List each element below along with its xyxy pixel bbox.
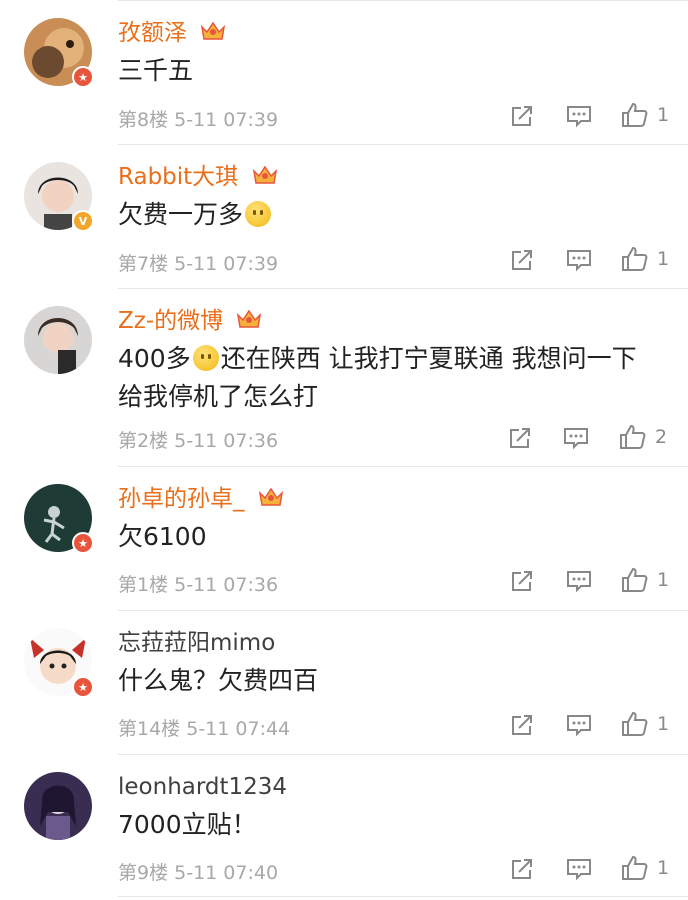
like-button[interactable]: 1 [621,711,669,737]
comment-list: ★ 孜额泽 三千五 第8楼 5-11 07:39 1 V Rabbit大琪 欠费… [0,0,688,900]
verified-badge-icon: ★ [72,532,94,554]
username[interactable]: 孜额泽 [118,18,226,48]
comment-button[interactable] [566,569,592,593]
avatar[interactable] [24,772,92,840]
thumbs-up-icon [622,102,648,127]
repost-button[interactable] [510,104,534,128]
comment-icon [567,859,591,881]
crown-icon [252,165,277,184]
like-button[interactable]: 1 [621,246,669,272]
floor-number: 第7楼 [118,253,169,275]
floor-number: 第14楼 [118,718,181,740]
like-button[interactable]: 1 [621,567,669,593]
username-text[interactable]: Zz-的微博 [118,308,223,334]
comment-text: 400多 还在陕西 让我打宁夏联通 我想问一下给我停机了怎么打 [118,340,658,416]
like-button[interactable]: 1 [621,855,669,881]
username-text[interactable]: Rabbit大琪 [118,164,238,190]
comment-button[interactable] [566,248,592,272]
comment-button[interactable] [563,426,589,450]
username[interactable]: Zz-的微博 [118,306,262,336]
comment-button[interactable] [566,104,592,128]
crown-icon [201,21,226,40]
comment-text-part: 400多 [118,344,191,373]
comment-text: 三千五 [118,56,194,85]
comment-text-part: 欠费一万多 [118,200,244,229]
like-button[interactable]: 2 [619,424,667,450]
separator [118,754,688,755]
like-count: 1 [657,857,670,879]
username[interactable]: Rabbit大琪 [118,162,278,192]
verified-badge-icon: ★ [72,66,94,88]
comment-text: 欠费一万多 [118,196,658,234]
timestamp: 5-11 07:36 [174,430,279,452]
floor-number: 第1楼 [118,574,169,596]
repost-icon [512,571,532,591]
comment-icon [564,428,588,450]
smile-emoji-icon [192,345,219,371]
repost-button[interactable] [510,569,534,593]
comment-text: 什么鬼？欠费四百 [118,666,319,695]
comment-text: 欠6100 [118,522,207,551]
comment-icon [567,571,591,593]
repost-icon [512,859,532,879]
separator [118,0,688,1]
separator [118,610,688,611]
repost-icon [512,250,532,270]
timestamp: 5-11 07:36 [174,574,279,596]
thumbs-up-icon [622,246,648,271]
comment-icon [567,250,591,272]
comment-meta: 第2楼 5-11 07:36 [118,426,278,453]
comment-button[interactable] [566,713,592,737]
comment-meta: 第8楼 5-11 07:39 [118,105,278,132]
repost-button[interactable] [510,248,534,272]
comment-icon [567,106,591,128]
repost-icon [512,106,532,126]
like-count: 2 [655,426,668,448]
comment-meta: 第14楼 5-11 07:44 [118,714,290,741]
like-count: 1 [657,248,670,270]
comment-meta: 第7楼 5-11 07:39 [118,249,278,276]
thumbs-up-icon [620,424,646,449]
username[interactable]: 孙卓的孙卓_ [118,484,284,514]
comment-meta: 第1楼 5-11 07:36 [118,570,278,597]
repost-button[interactable] [510,713,534,737]
smile-emoji-icon [245,201,272,227]
timestamp: 5-11 07:39 [174,109,279,131]
timestamp: 5-11 07:40 [174,862,279,884]
username-text[interactable]: 孙卓的孙卓_ [118,486,245,512]
like-count: 1 [657,569,670,591]
comment-icon [567,715,591,737]
username[interactable]: leonhardt1234 [118,772,287,802]
thumbs-up-icon [622,567,648,592]
repost-icon [512,715,532,735]
comment-meta: 第9楼 5-11 07:40 [118,858,278,885]
crown-icon [258,487,283,506]
separator [118,466,688,467]
floor-number: 第9楼 [118,862,169,884]
thumbs-up-icon [622,711,648,736]
repost-button[interactable] [508,426,532,450]
verified-badge-icon: ★ [72,676,94,698]
comment-button[interactable] [566,857,592,881]
separator [118,896,688,897]
timestamp: 5-11 07:39 [174,253,279,275]
repost-icon [510,428,530,448]
separator [118,288,688,289]
comment-text: 7000立贴！ [118,810,257,839]
timestamp: 5-11 07:44 [186,718,291,740]
thumbs-up-icon [622,855,648,880]
verified-v-badge-icon: V [72,210,94,232]
crown-icon [237,309,262,328]
username-text[interactable]: 孜额泽 [118,20,187,46]
repost-button[interactable] [510,857,534,881]
username[interactable]: 忘菈菈阳mimo [118,628,275,658]
like-count: 1 [657,104,670,126]
floor-number: 第2楼 [118,430,169,452]
avatar[interactable] [24,306,92,374]
floor-number: 第8楼 [118,109,169,131]
separator [118,144,688,145]
like-button[interactable]: 1 [621,102,669,128]
like-count: 1 [657,713,670,735]
